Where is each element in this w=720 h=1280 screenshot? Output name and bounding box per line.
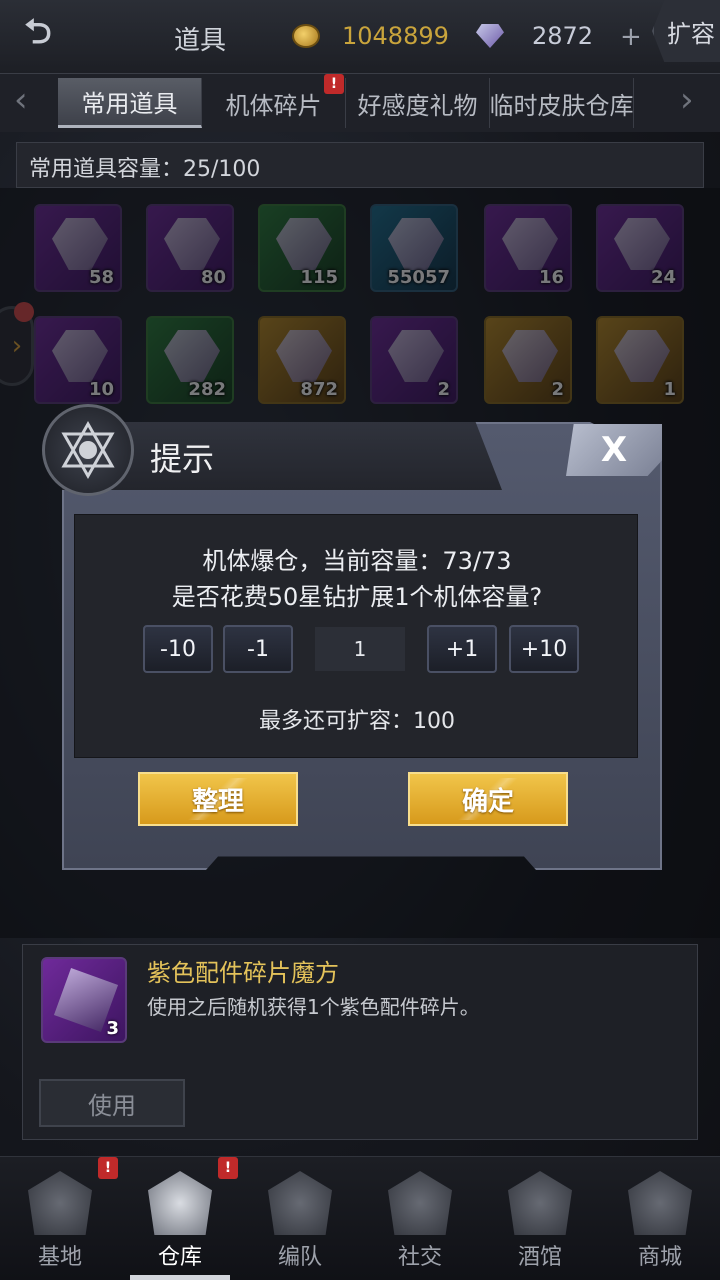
nav-base[interactable]: 基地 ! xyxy=(0,1157,120,1280)
nav-label: 基地 xyxy=(37,1245,82,1270)
minus-10-button[interactable]: -10 xyxy=(143,625,213,673)
bottom-nav: 基地 ! 仓库 ! 编队 社交 酒馆 商城 xyxy=(0,1156,720,1280)
back-button[interactable]: ⮌ xyxy=(8,12,68,58)
warehouse-box-icon xyxy=(148,1171,212,1235)
sort-button-label: 整理 xyxy=(191,786,244,817)
capacity-message: 机体爆仓，当前容量：73/73 xyxy=(202,547,512,575)
helmet-icon xyxy=(268,1171,332,1235)
selected-item-icon: 3 xyxy=(41,957,127,1043)
nav-label: 社交 xyxy=(397,1245,442,1270)
nav-tavern[interactable]: 酒馆 xyxy=(480,1157,600,1280)
sort-button[interactable]: 整理 xyxy=(138,772,298,826)
confirm-button[interactable]: 确定 xyxy=(408,772,568,826)
nav-alert-badge: ! xyxy=(218,1157,238,1179)
selected-item-description: 使用之后随机获得1个紫色配件碎片。 xyxy=(147,995,480,1019)
beer-mug-icon xyxy=(508,1171,572,1235)
dialog-title: 提示 xyxy=(150,440,215,478)
top-bar: ⮌ 道具 1048899 2872 + 扩容 xyxy=(0,0,720,74)
coin-balance: 1048899 xyxy=(342,22,449,50)
capacity-bar: 常用道具容量：25/100 xyxy=(16,142,704,188)
tab-scroll-left-icon[interactable]: ‹ xyxy=(14,80,28,120)
nav-squad[interactable]: 编队 xyxy=(240,1157,360,1280)
skull-emblem-icon xyxy=(42,404,134,496)
dialog-body: 机体爆仓，当前容量：73/73 是否花费50星钻扩展1个机体容量? -10 -1… xyxy=(74,514,638,758)
tab-scroll-right-icon[interactable]: › xyxy=(680,80,694,120)
tab-common-items[interactable]: 常用道具 xyxy=(58,78,202,128)
add-gems-button[interactable]: + xyxy=(620,22,642,52)
max-expand-text: 最多还可扩容：100 xyxy=(259,709,455,734)
nav-social[interactable]: 社交 xyxy=(360,1157,480,1280)
plus-10-button[interactable]: +10 xyxy=(509,625,579,673)
back-arrow-icon: ⮌ xyxy=(24,11,52,52)
quantity-input[interactable] xyxy=(315,627,405,671)
nav-label: 商城 xyxy=(637,1245,682,1270)
gem-balance: 2872 xyxy=(532,22,594,50)
page-title: 道具 xyxy=(174,26,227,56)
gem-icon xyxy=(476,24,504,48)
minus-1-button[interactable]: -1 xyxy=(223,625,293,673)
tab-temp-skins[interactable]: 临时皮肤仓库 xyxy=(490,78,634,128)
nav-label: 编队 xyxy=(277,1245,322,1270)
nav-alert-badge: ! xyxy=(98,1157,118,1179)
tab-bar: ‹ 常用道具 机体碎片 ! 好感度礼物 临时皮肤仓库 › xyxy=(0,74,720,132)
nav-warehouse[interactable]: 仓库 ! xyxy=(120,1157,240,1280)
item-detail-panel: 3 紫色配件碎片魔方 使用之后随机获得1个紫色配件碎片。 使用 xyxy=(22,944,698,1140)
close-icon: X xyxy=(600,430,628,470)
expand-button[interactable]: 扩容 xyxy=(652,0,720,62)
nav-label: 酒馆 xyxy=(517,1245,562,1270)
tab-alert-badge: ! xyxy=(324,74,344,94)
selected-item-name: 紫色配件碎片魔方 xyxy=(147,959,339,987)
use-button[interactable]: 使用 xyxy=(39,1079,185,1127)
handshake-icon xyxy=(388,1171,452,1235)
shop-orb-icon xyxy=(628,1171,692,1235)
cost-message: 是否花费50星钻扩展1个机体容量? xyxy=(171,583,543,611)
selected-item-count: 3 xyxy=(106,1018,119,1039)
tab-affection-gifts[interactable]: 好感度礼物 xyxy=(346,78,490,128)
base-star-icon xyxy=(28,1171,92,1235)
close-button[interactable]: X xyxy=(566,424,662,476)
plus-1-button[interactable]: +1 xyxy=(427,625,497,673)
confirm-button-label: 确定 xyxy=(461,786,514,817)
nav-shop[interactable]: 商城 xyxy=(600,1157,720,1280)
nav-label: 仓库 xyxy=(157,1245,202,1270)
coin-icon xyxy=(292,24,320,48)
